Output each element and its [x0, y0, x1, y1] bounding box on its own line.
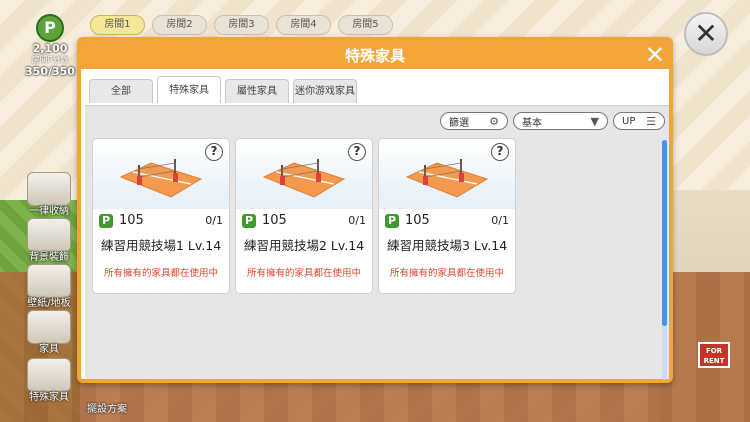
room-tabs: 房間1 房間2 房間3 房間4 房間5: [90, 15, 393, 35]
room-tab-1[interactable]: 房間1: [90, 15, 145, 35]
item-price: 105: [262, 213, 287, 228]
item-price: 105: [119, 213, 144, 228]
box-icon: [27, 172, 71, 206]
price-row: P 105 0/1: [242, 213, 366, 228]
p-points-icon: P: [99, 213, 113, 228]
exit-edit-close-icon[interactable]: ✕: [684, 12, 728, 56]
p-points-icon: P: [385, 213, 399, 228]
p-points-icon: P: [242, 213, 256, 228]
for-rent-sign: FOR RENT: [698, 342, 730, 368]
item-card[interactable]: ? P 105 0/1 練習用競技場1 Lv.14 所有擁有的家具都在使用中: [92, 138, 230, 294]
side-menu-label: 一律收納: [29, 206, 69, 217]
category-tabs: 全部 特殊家具 屬性家具 迷你游戏家具: [89, 76, 357, 103]
sort-label: 基本: [522, 117, 542, 129]
close-icon[interactable]: ✕: [645, 41, 665, 69]
item-list-area: 篩選 ⚙ 基本 ▼ UP ☰ ? P 105 0/1 練習用競技場1 Lv.14…: [85, 105, 669, 380]
side-menu-label: 特殊家具: [29, 392, 69, 403]
room-tab-3[interactable]: 房間3: [214, 15, 269, 35]
item-count: 0/1: [348, 214, 366, 227]
room-tab-2[interactable]: 房間2: [152, 15, 207, 35]
side-menu-store-all[interactable]: 一律收納: [22, 172, 76, 220]
side-menu-scenery[interactable]: 背景裝飾: [22, 218, 76, 266]
side-menu-label: 背景裝飾: [29, 252, 69, 263]
scrollbar-thumb[interactable]: [662, 140, 667, 326]
price-row: P 105 0/1: [99, 213, 223, 228]
room-points: P 2,100 房間P分數 350/350: [20, 14, 80, 80]
dialog-header: 特殊家具 ✕: [81, 41, 669, 69]
order-label: UP: [622, 115, 636, 127]
side-menu-furniture[interactable]: 家具: [22, 310, 76, 358]
scenery-icon: [27, 218, 71, 252]
table-icon: [27, 310, 71, 344]
dialog-title: 特殊家具: [344, 47, 405, 65]
side-menu-label: 家具: [39, 344, 59, 355]
item-count: 0/1: [491, 214, 509, 227]
room-points-capacity: 350/350: [25, 65, 75, 78]
help-icon[interactable]: ?: [348, 143, 366, 161]
special-furniture-icon: [27, 358, 71, 392]
tab-special-furniture[interactable]: 特殊家具: [157, 76, 221, 103]
room-tab-4[interactable]: 房間4: [276, 15, 331, 35]
item-cards: ? P 105 0/1 練習用競技場1 Lv.14 所有擁有的家具都在使用中 ?…: [92, 138, 516, 294]
item-status: 所有擁有的家具都在使用中: [103, 268, 218, 279]
item-name: 練習用競技場2 Lv.14: [244, 238, 365, 253]
help-icon[interactable]: ?: [491, 143, 509, 161]
tab-attribute-furniture[interactable]: 屬性家具: [225, 79, 289, 103]
list-order-icon: ☰: [646, 114, 656, 128]
item-status: 所有擁有的家具都在使用中: [389, 268, 504, 279]
filter-label: 篩選: [449, 117, 469, 129]
item-card[interactable]: ? P 105 0/1 練習用競技場2 Lv.14 所有擁有的家具都在使用中: [235, 138, 373, 294]
price-row: P 105 0/1: [385, 213, 509, 228]
dropdown-arrow-icon: ▼: [590, 114, 599, 128]
filter-button[interactable]: 篩選 ⚙: [440, 112, 508, 130]
side-menu-wallpaper[interactable]: 壁紙/地板: [22, 264, 76, 312]
side-menu-special-furniture[interactable]: 特殊家具: [22, 358, 76, 406]
side-menu-label: 壁紙/地板: [27, 298, 71, 309]
tab-mini-game-furniture[interactable]: 迷你游戏家具: [293, 79, 357, 103]
tab-all[interactable]: 全部: [89, 79, 153, 103]
order-button[interactable]: UP ☰: [613, 112, 665, 130]
item-name: 練習用競技場1 Lv.14: [101, 238, 222, 253]
room-points-value: 2,100: [32, 42, 68, 55]
p-coin-icon: P: [36, 14, 64, 42]
item-count: 0/1: [205, 214, 223, 227]
room-tab-5[interactable]: 房間5: [338, 15, 393, 35]
item-price: 105: [405, 213, 430, 228]
filter-bar: 篩選 ⚙ 基本 ▼ UP ☰: [440, 112, 665, 130]
item-name: 練習用競技場3 Lv.14: [387, 238, 508, 253]
special-furniture-dialog: 特殊家具 ✕ 全部 特殊家具 屬性家具 迷你游戏家具 篩選 ⚙ 基本 ▼ UP …: [77, 37, 673, 383]
sort-dropdown[interactable]: 基本 ▼: [513, 112, 608, 130]
item-status: 所有擁有的家具都在使用中: [246, 268, 361, 279]
item-card[interactable]: ? P 105 0/1 練習用競技場3 Lv.14 所有擁有的家具都在使用中: [378, 138, 516, 294]
sliders-icon: ⚙: [489, 114, 499, 128]
scrollbar[interactable]: [662, 140, 667, 380]
wallpaper-icon: [27, 264, 71, 298]
room-points-label: 房間P分數: [31, 55, 69, 64]
help-icon[interactable]: ?: [205, 143, 223, 161]
